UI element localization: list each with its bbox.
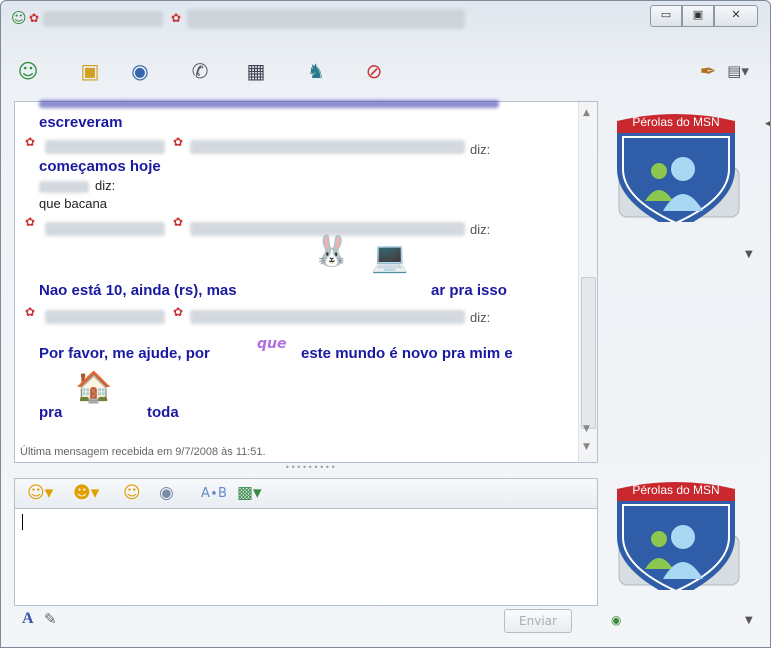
chevron-down-icon[interactable]: ▼ [745, 615, 753, 626]
chat-message: toda [147, 404, 179, 421]
background-icon[interactable]: ▩▾ [237, 483, 262, 503]
emoticon-icon[interactable]: ☺▾ [27, 483, 53, 503]
chat-message: este mundo é novo pra mim e [301, 345, 513, 362]
last-message-status: Última mensagem recebida em 9/7/2008 às … [20, 446, 266, 458]
nudge-icon[interactable]: ☺ [123, 483, 141, 503]
menu-icon[interactable]: ▤▾ [723, 57, 753, 85]
video-icon[interactable]: ▦ [241, 57, 271, 85]
flower-icon: ✿ [173, 305, 184, 319]
chat-message: ar pra isso [431, 282, 507, 299]
send-button[interactable]: Enviar [504, 609, 572, 633]
sender-says-label: diz: [470, 142, 491, 157]
my-avatar[interactable]: Pérolas do MSN [609, 475, 743, 590]
blurred-contact-name [45, 310, 165, 324]
flower-icon: ✿ [171, 11, 182, 25]
font-icon[interactable]: A∙B [201, 486, 227, 501]
flower-icon: ✿ [173, 135, 184, 149]
message-input[interactable] [14, 508, 598, 606]
blurred-contact-name [190, 310, 465, 324]
wink-icon[interactable]: ☻▾ [73, 483, 99, 503]
scroll-down-icon[interactable]: ▼ [583, 424, 590, 434]
blurred-contact-name [39, 181, 89, 193]
chat-message: Por favor, me ajude, por [39, 345, 210, 362]
flower-icon: ✿ [29, 11, 40, 25]
text-caret [22, 514, 23, 530]
chat-message: escreveram [39, 114, 123, 131]
chat-history[interactable]: escreveram ✿ ✿ diz: começamos hoje diz: … [14, 100, 598, 463]
handwriting-icon[interactable]: ✎ [44, 610, 57, 628]
computer-user-sticker-icon: 💻 [371, 240, 409, 275]
games-icon[interactable]: ♞ [301, 57, 331, 85]
scroll-end-icon[interactable]: ▼ [583, 442, 590, 452]
flower-icon: ✿ [25, 215, 36, 229]
blurred-personal-message [187, 9, 465, 29]
avatar-label: Pérolas do MSN [632, 115, 720, 129]
paint-icon[interactable]: ✒ [693, 57, 723, 85]
house-sticker-icon: 🏠 [75, 370, 113, 405]
webcam-icon[interactable]: ◉ [125, 57, 155, 85]
font-button[interactable]: A [22, 610, 34, 628]
webcam-status-icon[interactable]: ◉ [611, 613, 621, 627]
blurred-contact-name [43, 11, 163, 27]
chat-window: ☺ ✿ ✿ ▭ ▣ ✕ ☺ ▣ ◉ ✆ ▦ ♞ ⊘ ✒ ▤▾ escrevera… [0, 0, 771, 648]
chat-message: Nao está 10, ainda (rs), mas [39, 282, 237, 299]
chevron-down-icon[interactable]: ▼ [745, 249, 753, 260]
bunny-sticker-icon: 🐰 [313, 234, 351, 269]
sender-says-label: diz: [470, 222, 491, 237]
close-button[interactable]: ✕ [714, 5, 758, 27]
contact-avatar[interactable]: Pérolas do MSN [609, 107, 743, 222]
chat-scrollbar[interactable]: ▲ ▼ ▼ [578, 102, 597, 462]
phone-icon[interactable]: ✆ [185, 57, 215, 85]
avatar-label: Pérolas do MSN [632, 483, 720, 497]
block-icon[interactable]: ⊘ [359, 57, 389, 85]
minimize-button[interactable]: ▭ [650, 5, 682, 27]
share-photos-icon[interactable]: ▣ [75, 57, 105, 85]
scroll-up-icon[interactable]: ▲ [583, 108, 590, 118]
toolbar: ☺ ▣ ◉ ✆ ▦ ♞ ⊘ ✒ ▤▾ [1, 51, 770, 95]
add-contact-icon[interactable]: ☺ [13, 57, 43, 85]
blurred-contact-name [190, 140, 465, 154]
window-controls: ▭ ▣ ✕ [650, 5, 758, 27]
blurred-contact-name [45, 140, 165, 154]
cut-off-message-line [39, 100, 499, 108]
collapse-panel-icon[interactable]: ◀ [765, 119, 770, 129]
flower-icon: ✿ [173, 215, 184, 229]
voice-clip-icon[interactable]: ◉ [159, 483, 174, 503]
flower-icon: ✿ [25, 305, 36, 319]
chat-message: que bacana [39, 196, 107, 211]
msn-buddy-icon: ☺ [11, 9, 27, 27]
maximize-button[interactable]: ▣ [682, 5, 714, 27]
title-bar: ☺ ✿ ✿ ▭ ▣ ✕ [1, 1, 770, 41]
blurred-contact-name [45, 222, 165, 236]
resize-grip[interactable]: ••••••••• [285, 463, 336, 472]
chat-message: pra [39, 404, 63, 421]
chat-message: começamos hoje [39, 158, 161, 175]
formatting-toolbar: ☺▾ ☻▾ ☺ ◉ A∙B ▩▾ [14, 478, 598, 509]
sender-says-label: diz: [470, 310, 491, 325]
sender-says-label: diz: [95, 178, 116, 193]
flower-icon: ✿ [25, 135, 36, 149]
que-sticker: que [257, 336, 287, 352]
scroll-thumb[interactable] [581, 277, 596, 429]
composer-bottom-bar: A ✎ Enviar [14, 606, 596, 636]
